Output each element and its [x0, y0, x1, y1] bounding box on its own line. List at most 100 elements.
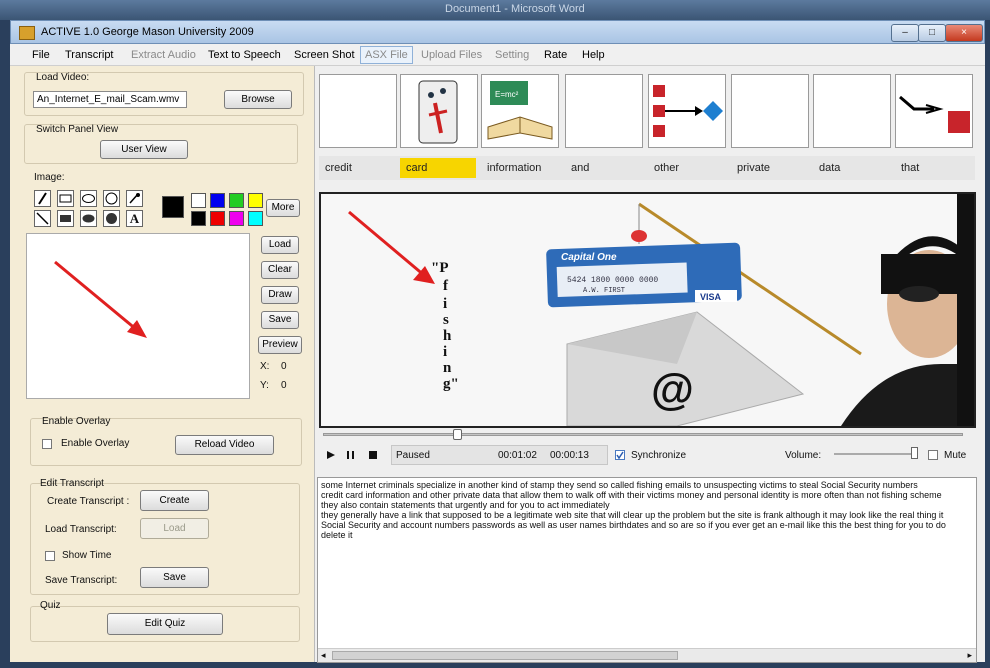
color-swatch[interactable]: [248, 193, 263, 208]
menu-file[interactable]: File: [32, 49, 50, 61]
drawing-canvas[interactable]: [26, 233, 250, 399]
app-icon: [19, 26, 35, 40]
scroll-thumb[interactable]: [332, 651, 678, 660]
browse-button[interactable]: Browse: [224, 90, 292, 109]
more-colors-button[interactable]: More: [266, 199, 300, 217]
pictogram-and[interactable]: [565, 74, 643, 148]
filled-circle-tool-icon[interactable]: [103, 210, 120, 227]
word-other[interactable]: other: [648, 158, 726, 178]
menu-extract-audio[interactable]: Extract Audio: [131, 49, 196, 61]
play-icon[interactable]: [326, 450, 336, 460]
ellipse-tool-icon[interactable]: [80, 190, 97, 207]
picker-tool-icon[interactable]: [126, 190, 143, 207]
horizontal-scrollbar[interactable]: ◂ ▸: [318, 648, 976, 662]
edit-transcript-label: Edit Transcript: [40, 478, 104, 489]
scroll-right-icon[interactable]: ▸: [967, 650, 972, 661]
user-view-button[interactable]: User View: [100, 140, 188, 159]
word-information[interactable]: information: [481, 158, 559, 178]
edit-quiz-button[interactable]: Edit Quiz: [107, 613, 223, 635]
switch-panel-label: Switch Panel View: [36, 124, 119, 135]
preview-button[interactable]: Preview: [258, 336, 302, 354]
pictogram-credit[interactable]: [319, 74, 397, 148]
menu-asx-file[interactable]: ASX File: [360, 46, 413, 64]
volume-slider[interactable]: [834, 453, 918, 455]
filled-ellipse-tool-icon[interactable]: [80, 210, 97, 227]
credit-card-icon: Capital One 5424 1800 0000 0000 A.W. FIR…: [546, 242, 742, 308]
menu-transcript[interactable]: Transcript: [65, 49, 114, 61]
close-button[interactable]: ×: [945, 24, 983, 42]
video-file-input[interactable]: An_Internet_E_mail_Scam.wmv: [33, 91, 187, 108]
card-name-text: A.W. FIRST: [583, 287, 625, 295]
pictogram-private[interactable]: [731, 74, 809, 148]
color-swatch[interactable]: [191, 193, 206, 208]
word-data[interactable]: data: [813, 158, 891, 178]
current-color-swatch[interactable]: [162, 196, 184, 218]
clear-button[interactable]: Clear: [261, 261, 299, 279]
color-swatch[interactable]: [229, 211, 244, 226]
duration: 00:00:13: [550, 450, 589, 461]
pause-icon[interactable]: [346, 450, 356, 460]
color-swatch[interactable]: [210, 193, 225, 208]
text-tool-icon[interactable]: A: [126, 210, 143, 227]
color-swatch[interactable]: [229, 193, 244, 208]
stop-icon[interactable]: [368, 450, 378, 460]
svg-text:"P: "P: [431, 260, 449, 276]
svg-text:i: i: [443, 344, 447, 360]
menu-help[interactable]: Help: [582, 49, 605, 61]
pictogram-other[interactable]: [648, 74, 726, 148]
menu-screen-shot[interactable]: Screen Shot: [294, 49, 355, 61]
synchronize-checkbox[interactable]: [615, 450, 625, 460]
circle-tool-icon[interactable]: [103, 190, 120, 207]
transcript-line: delete it: [321, 530, 353, 540]
mute-label: Mute: [944, 450, 967, 461]
color-swatch[interactable]: [191, 211, 206, 226]
save-image-button[interactable]: Save: [261, 311, 299, 329]
load-image-button[interactable]: Load: [261, 236, 299, 254]
word-and[interactable]: and: [565, 158, 643, 178]
line-tool-icon[interactable]: [34, 210, 51, 227]
show-time-checkbox[interactable]: [45, 551, 55, 561]
maximize-button[interactable]: □: [918, 24, 946, 42]
svg-text:g": g": [443, 376, 459, 392]
draw-button[interactable]: Draw: [261, 286, 299, 304]
minimize-button[interactable]: –: [891, 24, 919, 42]
pictogram-card[interactable]: [400, 74, 478, 148]
rectangle-tool-icon[interactable]: [57, 190, 74, 207]
menu-upload-files[interactable]: Upload Files: [421, 49, 482, 61]
filled-rectangle-tool-icon[interactable]: [57, 210, 74, 227]
word-that[interactable]: that: [895, 158, 973, 178]
pencil-tool-icon[interactable]: [34, 190, 51, 207]
card-brand-text: VISA: [700, 292, 722, 302]
color-swatch[interactable]: [248, 211, 263, 226]
enable-overlay-checkbox[interactable]: [42, 439, 52, 449]
reload-video-button[interactable]: Reload Video: [175, 435, 274, 455]
y-label: Y:: [260, 380, 269, 391]
load-video-label: Load Video:: [36, 72, 90, 83]
pictogram-information[interactable]: E=mc²: [481, 74, 559, 148]
word-credit[interactable]: credit: [319, 158, 397, 178]
scroll-left-icon[interactable]: ◂: [321, 650, 326, 661]
load-transcript-button[interactable]: Load: [140, 518, 209, 539]
quiz-label: Quiz: [40, 600, 61, 611]
menu-setting[interactable]: Setting: [495, 49, 529, 61]
volume-thumb[interactable]: [911, 447, 918, 459]
load-transcript-label: Load Transcript:: [45, 524, 117, 535]
video-player[interactable]: Capital One 5424 1800 0000 0000 A.W. FIR…: [319, 192, 976, 428]
at-symbol-text: @: [651, 365, 694, 414]
seek-thumb[interactable]: [453, 429, 462, 440]
seek-bar[interactable]: [323, 433, 963, 436]
color-swatch[interactable]: [210, 211, 225, 226]
pictogram-data[interactable]: [813, 74, 891, 148]
pictogram-that[interactable]: [895, 74, 973, 148]
save-transcript-button[interactable]: Save: [140, 567, 209, 588]
mute-checkbox[interactable]: [928, 450, 938, 460]
menu-text-to-speech[interactable]: Text to Speech: [208, 49, 281, 61]
x-value: 0: [281, 361, 287, 372]
transcript-line: some Internet criminals specialize in an…: [321, 480, 918, 490]
create-transcript-button[interactable]: Create: [140, 490, 209, 511]
word-private[interactable]: private: [731, 158, 809, 178]
transcript-box[interactable]: some Internet criminals specialize in an…: [317, 477, 977, 663]
svg-text:n: n: [443, 360, 452, 376]
word-card-highlighted[interactable]: card: [400, 158, 476, 178]
menu-rate[interactable]: Rate: [544, 49, 567, 61]
